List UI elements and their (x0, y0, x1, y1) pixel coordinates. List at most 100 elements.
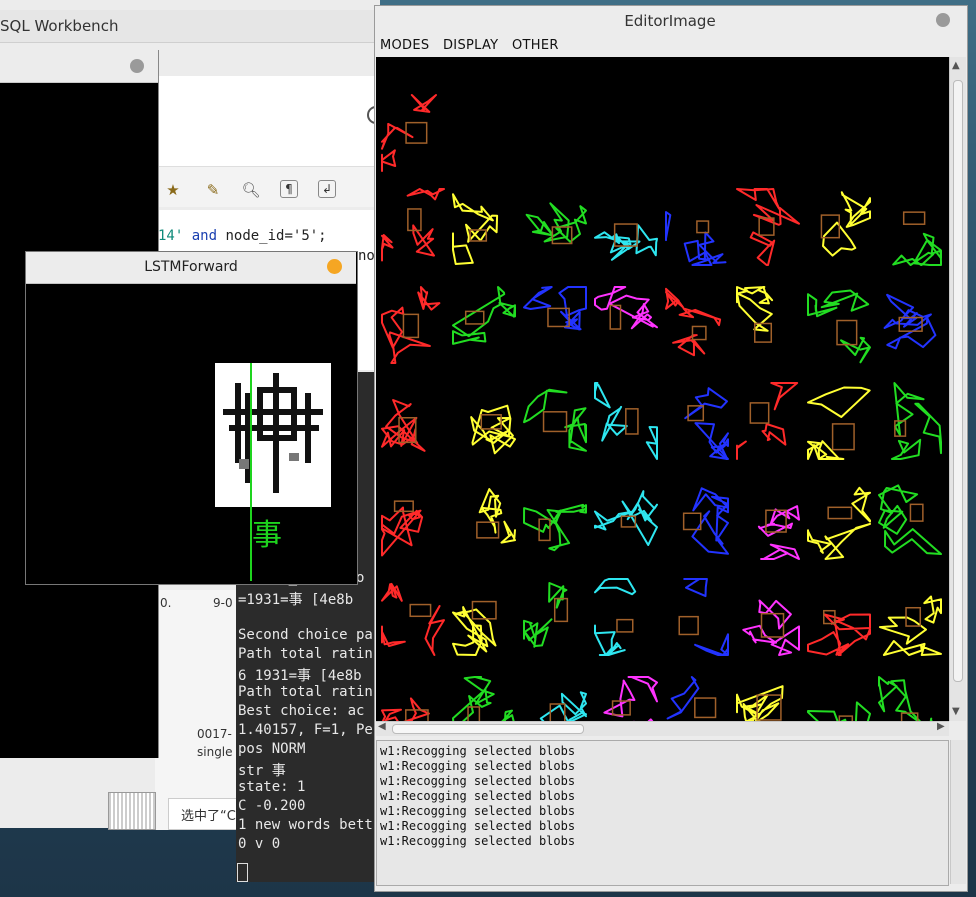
log-line: w1:Recogging selected blobs (380, 759, 576, 773)
editor-image-titlebar[interactable]: EditorImage (375, 6, 965, 35)
search-icon[interactable]: 🔍︎ (241, 180, 261, 200)
blob-outline[interactable] (380, 381, 446, 461)
blob-outline[interactable] (877, 187, 943, 267)
blob-outline[interactable] (735, 481, 801, 561)
blob-outline[interactable] (877, 381, 943, 461)
blob-outline[interactable] (522, 481, 588, 561)
brush-icon[interactable]: ✎ (203, 180, 223, 200)
blob-outline[interactable] (451, 481, 517, 561)
workbench-titlebar[interactable]: SQL Workbench (0, 10, 380, 43)
blob-outline[interactable] (380, 481, 446, 561)
blob-outline[interactable] (522, 675, 588, 721)
message-log[interactable]: w1:Recogging selected blobs w1:Recogging … (376, 740, 949, 886)
blob-canvas[interactable] (376, 57, 949, 721)
blob-inner (542, 411, 568, 433)
blob-outline[interactable] (735, 285, 801, 365)
blob-contour (452, 676, 515, 721)
blob-outline[interactable] (877, 675, 943, 721)
blob-outline[interactable] (522, 577, 588, 657)
blob-outline[interactable] (380, 93, 446, 173)
sql-string: 14' (158, 228, 184, 244)
blob-outline[interactable] (593, 675, 659, 721)
paragraph-icon[interactable]: ¶ (280, 180, 298, 198)
workbench-toolbar (155, 166, 380, 207)
blob-outline[interactable] (451, 187, 517, 267)
blob-outline[interactable] (451, 675, 517, 721)
blob-contour (594, 224, 658, 261)
sql-text: node_id='5'; (217, 228, 327, 244)
blob-outline[interactable] (664, 481, 730, 561)
blob-outline[interactable] (522, 381, 588, 461)
blob-inner (402, 313, 420, 339)
lstm-titlebar[interactable]: LSTMForward (26, 252, 356, 284)
blob-outline[interactable] (806, 481, 872, 561)
blob-outline[interactable] (451, 285, 517, 365)
terminal-line: Second choice pa (238, 627, 373, 643)
blob-outline[interactable] (877, 577, 943, 657)
blob-contour (381, 506, 424, 557)
blank-window-titlebar[interactable] (0, 50, 158, 83)
vertical-scroll-thumb[interactable] (953, 80, 963, 682)
blob-contour (381, 188, 445, 262)
blob-outline[interactable] (593, 577, 659, 657)
status-message: 选中了“C (168, 798, 240, 830)
thumbnail-image[interactable] (108, 792, 156, 830)
blob-outline[interactable] (522, 187, 588, 267)
blob-outline[interactable] (380, 675, 446, 721)
result-grid[interactable]: 0. 9-0 0017- single (155, 590, 238, 830)
blob-outline[interactable] (593, 187, 659, 267)
blob-outline[interactable] (735, 381, 801, 461)
blob-outline[interactable] (877, 481, 943, 561)
blob-outline[interactable] (735, 675, 801, 721)
terminal-cursor (237, 863, 248, 882)
terminal-line: =1931=事 [4e8b (238, 592, 354, 608)
blob-contour (807, 289, 871, 364)
blob-outline[interactable] (735, 187, 801, 267)
blob-outline[interactable] (522, 285, 588, 365)
blob-inner (405, 121, 428, 144)
blob-outline[interactable] (380, 285, 446, 365)
scroll-up-icon[interactable]: ▲ (952, 60, 960, 71)
blob-outline[interactable] (664, 187, 730, 267)
blob-outline[interactable] (806, 675, 872, 721)
blob-inner (694, 697, 717, 719)
blob-outline[interactable] (664, 285, 730, 365)
log-line: w1:Recogging selected blobs (380, 774, 576, 788)
blob-outline[interactable] (451, 577, 517, 657)
blob-outline[interactable] (664, 675, 730, 721)
close-icon[interactable] (130, 59, 144, 73)
scroll-down-icon[interactable]: ▼ (952, 706, 960, 717)
menu-other[interactable]: OTHER (512, 38, 559, 53)
blob-outline[interactable] (735, 577, 801, 657)
blob-outline[interactable] (380, 187, 446, 267)
blob-contour (666, 676, 700, 720)
scroll-left-icon[interactable]: ◀ (378, 721, 386, 732)
terminal-line: str 事 (238, 763, 286, 779)
scroll-right-icon[interactable]: ▶ (937, 721, 945, 732)
blob-outline[interactable] (806, 381, 872, 461)
blob-outline[interactable] (806, 285, 872, 365)
menu-modes[interactable]: MODES (380, 38, 429, 53)
close-icon[interactable] (936, 13, 950, 27)
terminal-line: 0 v 0 (238, 836, 281, 852)
blob-outline[interactable] (877, 285, 943, 365)
blob-outline[interactable] (593, 381, 659, 461)
lstm-title: LSTMForward (144, 259, 238, 275)
blob-contour (691, 487, 729, 555)
blob-outline[interactable] (593, 481, 659, 561)
blob-outline[interactable] (664, 381, 730, 461)
blob-outline[interactable] (451, 381, 517, 461)
blob-outline[interactable] (380, 577, 446, 657)
minimize-icon[interactable] (327, 259, 342, 274)
blob-outline[interactable] (593, 285, 659, 365)
blob-outline[interactable] (806, 187, 872, 267)
star-icon[interactable]: ★ (163, 180, 183, 200)
blob-outline[interactable] (664, 577, 730, 657)
log-scrollbar[interactable] (950, 740, 966, 884)
menu-display[interactable]: DISPLAY (443, 38, 498, 53)
blob-contour (381, 94, 437, 172)
blob-outline[interactable] (806, 577, 872, 657)
wrap-icon[interactable]: ↲ (318, 180, 336, 198)
blob-contour (478, 488, 516, 544)
horizontal-scroll-thumb[interactable] (392, 724, 584, 734)
